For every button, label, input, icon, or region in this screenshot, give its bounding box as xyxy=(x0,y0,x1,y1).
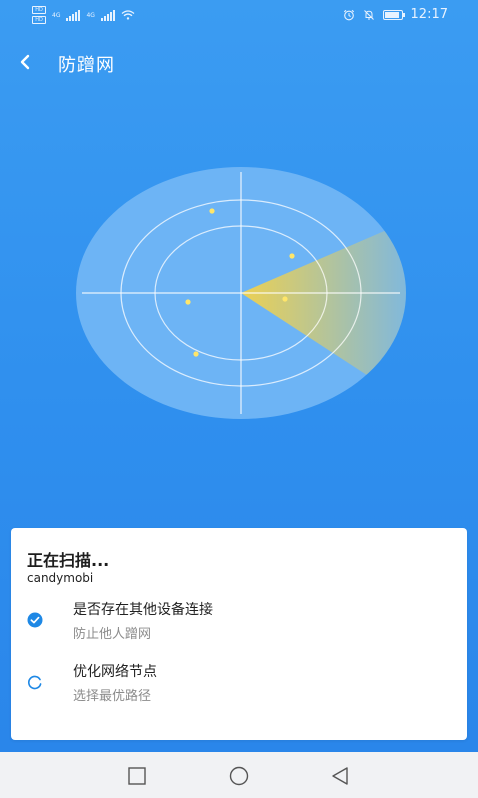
scan-item-device-check: 是否存在其他设备连接 防止他人蹭网 xyxy=(11,596,467,646)
status-left: HD HD 4G 4G xyxy=(32,6,135,24)
signal-icon-1 xyxy=(66,9,81,21)
app-screen: HD HD 4G 4G 12:17 防蹭网 正在扫描... candymobi … xyxy=(0,0,478,752)
circle-home-icon[interactable] xyxy=(228,765,250,787)
radar-device-dot xyxy=(289,253,295,259)
sim-badge-2: HD xyxy=(32,16,46,24)
square-recents-icon[interactable] xyxy=(126,765,148,787)
clock-time: 12:17 xyxy=(410,7,448,22)
signal-icon-2 xyxy=(100,9,115,21)
scan-item-title: 是否存在其他设备连接 xyxy=(73,602,213,618)
scan-item-subtitle: 防止他人蹭网 xyxy=(73,627,152,642)
scan-item-optimize-node: 优化网络节点 选择最优路径 xyxy=(11,658,467,708)
chevron-left-icon[interactable] xyxy=(14,50,38,74)
status-right: 12:17 xyxy=(343,7,448,22)
scan-card: 正在扫描... candymobi 是否存在其他设备连接 防止他人蹭网 优化网络… xyxy=(11,528,467,740)
status-bar: HD HD 4G 4G 12:17 xyxy=(0,0,478,32)
loading-spinner-icon xyxy=(28,675,42,690)
radar-scanner xyxy=(76,167,406,419)
scan-status-title: 正在扫描... xyxy=(27,551,110,570)
system-nav-bar xyxy=(0,752,478,798)
network-label-2: 4G xyxy=(86,11,95,19)
network-label-1: 4G xyxy=(52,11,61,19)
app-header: 防蹭网 xyxy=(0,44,478,80)
wifi-icon xyxy=(121,10,135,20)
wifi-network-name: candymobi xyxy=(27,571,94,585)
scan-item-subtitle: 选择最优路径 xyxy=(73,689,152,704)
alarm-icon xyxy=(343,9,354,20)
sim-badge-1: HD xyxy=(32,6,46,14)
battery-icon xyxy=(382,9,405,20)
page-title: 防蹭网 xyxy=(58,55,115,76)
triangle-back-icon[interactable] xyxy=(329,765,351,787)
sim-badges: HD HD xyxy=(32,6,46,24)
radar-device-dot xyxy=(185,299,191,305)
radar-device-dot xyxy=(209,208,215,214)
mute-bell-icon xyxy=(363,9,374,20)
radar-device-dot xyxy=(282,296,288,302)
scan-item-title: 优化网络节点 xyxy=(73,664,157,680)
check-circle-icon xyxy=(27,612,43,628)
radar-device-dot xyxy=(193,351,199,357)
